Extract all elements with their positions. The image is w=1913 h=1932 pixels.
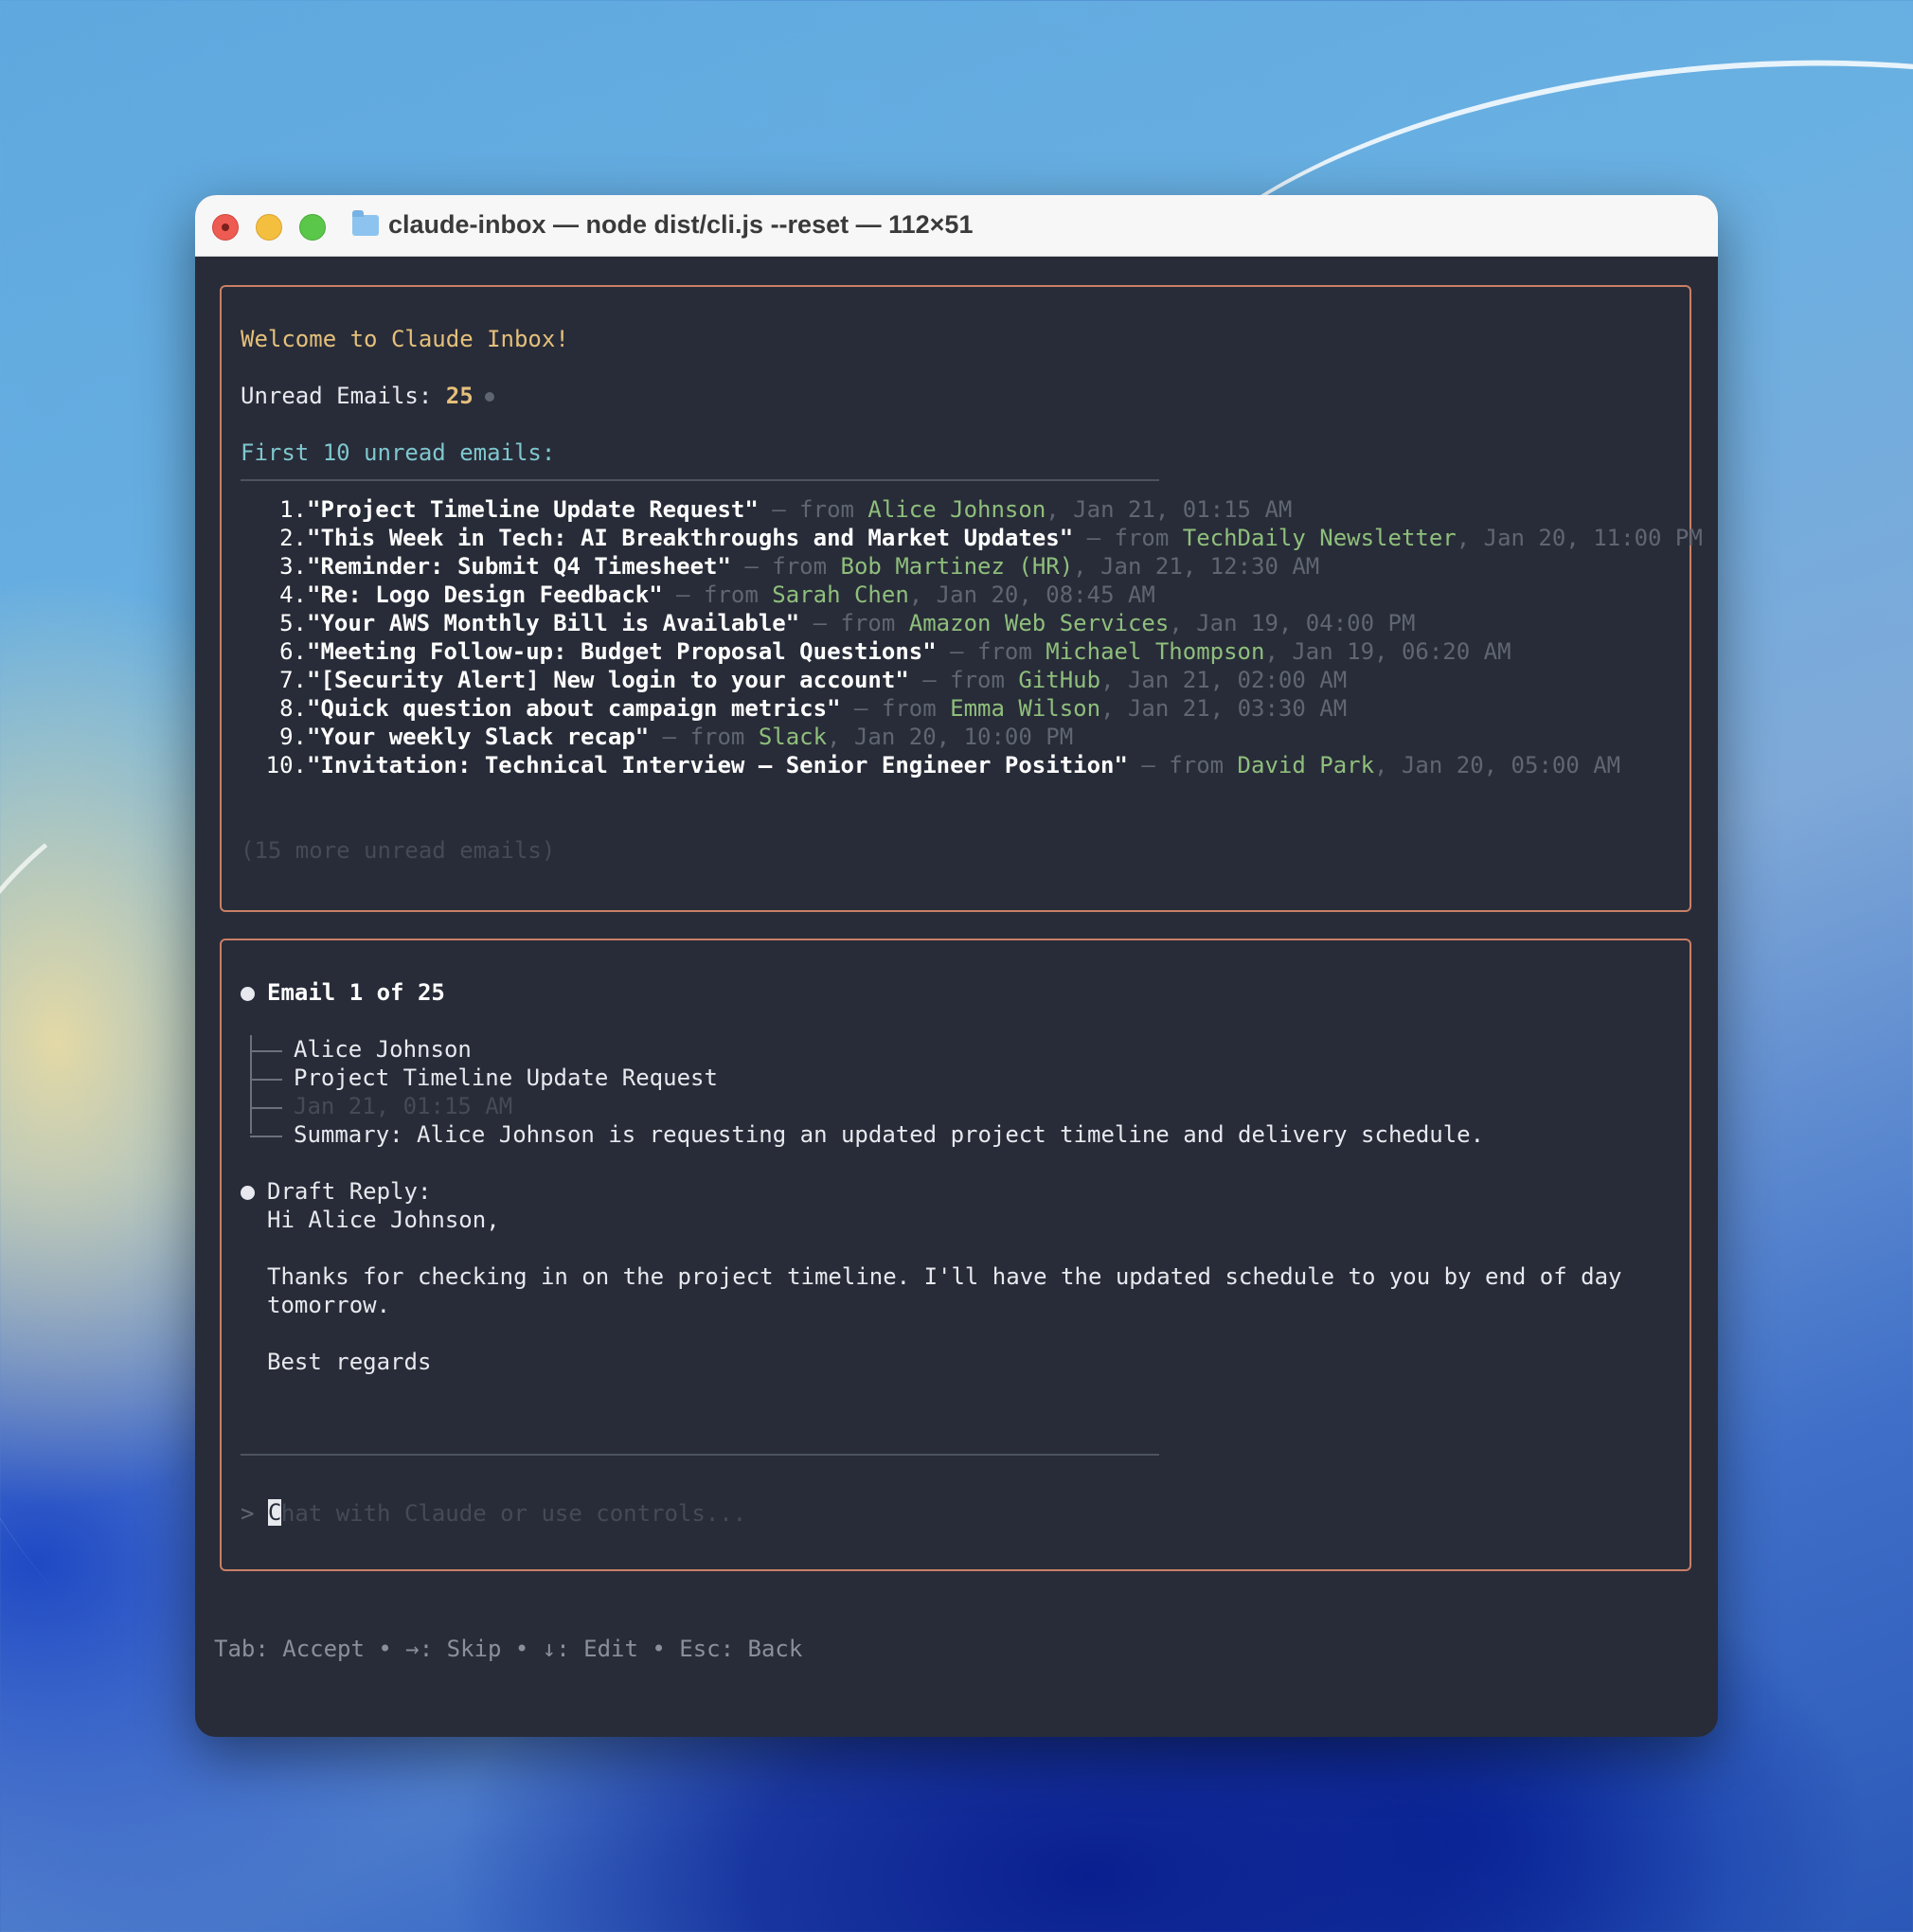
terminal-window: claude-inbox — node dist/cli.js --reset …	[195, 195, 1718, 1737]
bullet-icon	[241, 987, 255, 1001]
email-date: , Jan 21, 03:30 AM	[1100, 695, 1348, 722]
divider	[241, 1454, 1159, 1456]
email-sender: GitHub	[1018, 667, 1101, 693]
email-sender: Bob Martinez (HR)	[840, 553, 1074, 580]
email-sender: TechDaily Newsletter	[1182, 525, 1457, 551]
email-number: 8.	[279, 695, 307, 722]
tree-branch	[250, 1107, 282, 1109]
unread-count: 25	[445, 383, 474, 409]
email-sender: Michael Thompson	[1046, 638, 1265, 665]
email-sender: Amazon Web Services	[908, 610, 1170, 636]
email-sender: Emma Wilson	[950, 695, 1101, 722]
draft-line: Best regards	[267, 1349, 432, 1375]
keyboard-help: Tab: Accept • →: Skip • ↓: Edit • Esc: B…	[214, 1636, 803, 1662]
email-subject: "Re: Logo Design Feedback"	[307, 581, 663, 608]
email-number: 10.	[265, 752, 307, 778]
email-from-label: – from	[662, 581, 773, 608]
email-from-label: – from	[649, 724, 759, 750]
input-placeholder: hat with Claude or use controls...	[280, 1500, 747, 1527]
email-subject: "Reminder: Submit Q4 Timesheet"	[307, 553, 731, 580]
tree-branch	[250, 1079, 282, 1081]
chat-input[interactable]: > Chat with Claude or use controls...	[241, 1499, 746, 1528]
email-list-item[interactable]: 6."Meeting Follow-up: Budget Proposal Qu…	[241, 637, 1511, 666]
email-sender: Alice Johnson	[867, 496, 1046, 523]
email-sender: Slack	[758, 724, 828, 750]
email-number: 6.	[279, 638, 307, 665]
email-date: , Jan 19, 06:20 AM	[1264, 638, 1511, 665]
email-date: , Jan 19, 04:00 PM	[1169, 610, 1416, 636]
email-position-header: Email 1 of 25	[267, 979, 445, 1006]
email-date: , Jan 20, 08:45 AM	[908, 581, 1155, 608]
email-from-label: – from	[730, 553, 841, 580]
title-bar[interactable]: claude-inbox — node dist/cli.js --reset …	[195, 195, 1718, 257]
email-number: 3.	[279, 553, 307, 580]
draft-line: Thanks for checking in on the project ti…	[267, 1263, 1622, 1290]
email-from-label: – from	[799, 610, 909, 636]
email-from-label: – from	[936, 638, 1046, 665]
status-dot-icon	[484, 392, 494, 402]
inbox-overview-panel: Welcome to Claude Inbox! Unread Emails: …	[220, 285, 1703, 912]
email-number: 7.	[279, 667, 307, 693]
email-number: 9.	[279, 724, 307, 750]
email-subject: "Project Timeline Update Request"	[307, 496, 759, 523]
draft-label: Draft Reply:	[267, 1178, 432, 1205]
detail-subject: Project Timeline Update Request	[294, 1064, 718, 1091]
email-sender: Sarah Chen	[772, 581, 909, 608]
folder-icon	[352, 210, 379, 236]
email-date: , Jan 21, 12:30 AM	[1073, 553, 1320, 580]
email-date: , Jan 21, 02:00 AM	[1100, 667, 1348, 693]
email-number: 2.	[279, 525, 307, 551]
draft-line: tomorrow.	[267, 1292, 391, 1318]
unread-label: Unread Emails:	[241, 383, 446, 409]
email-list-item[interactable]: 10."Invitation: Technical Interview – Se…	[241, 751, 1621, 779]
welcome-greeting: Welcome to Claude Inbox!	[241, 326, 569, 352]
text-cursor: C	[267, 1499, 282, 1526]
email-subject: "Meeting Follow-up: Budget Proposal Ques…	[307, 638, 937, 665]
tree-branch	[250, 1050, 282, 1052]
email-subject: "Invitation: Technical Interview – Senio…	[307, 752, 1128, 778]
email-list-item[interactable]: 5."Your AWS Monthly Bill is Available" –…	[241, 609, 1415, 637]
email-sender: David Park	[1237, 752, 1375, 778]
email-from-label: – from	[1073, 525, 1183, 551]
email-from-label: – from	[758, 496, 868, 523]
email-date: , Jan 20, 11:00 PM	[1456, 525, 1703, 551]
email-list-item[interactable]: 9."Your weekly Slack recap" – from Slack…	[241, 723, 1073, 751]
email-subject: "Quick question about campaign metrics"	[307, 695, 841, 722]
email-list-item[interactable]: 7."[Security Alert] New login to your ac…	[241, 666, 1347, 694]
email-number: 4.	[279, 581, 307, 608]
email-subject: "This Week in Tech: AI Breakthroughs and…	[307, 525, 1074, 551]
email-from-label: – from	[840, 695, 951, 722]
email-from-label: – from	[908, 667, 1019, 693]
bullet-icon	[241, 1186, 255, 1200]
email-number: 5.	[279, 610, 307, 636]
input-prompt: >	[241, 1500, 268, 1527]
email-list-item[interactable]: 3."Reminder: Submit Q4 Timesheet" – from…	[241, 552, 1319, 581]
unread-count-line: Unread Emails: 25	[241, 382, 494, 410]
detail-summary: Summary: Alice Johnson is requesting an …	[294, 1121, 1485, 1148]
email-subject: "Your weekly Slack recap"	[307, 724, 650, 750]
divider	[241, 479, 1159, 481]
window-title: claude-inbox — node dist/cli.js --reset …	[388, 210, 974, 239]
minimize-button[interactable]	[256, 214, 282, 241]
email-number: 1.	[279, 496, 307, 523]
email-detail-panel: Email 1 of 25 Alice Johnson Project Time…	[220, 939, 1691, 1571]
email-date: , Jan 20, 05:00 AM	[1374, 752, 1621, 778]
email-date: , Jan 21, 01:15 AM	[1046, 496, 1293, 523]
draft-line: Hi Alice Johnson,	[267, 1207, 500, 1233]
close-button[interactable]	[212, 214, 239, 241]
email-list-item[interactable]: 2."This Week in Tech: AI Breakthroughs a…	[241, 524, 1703, 552]
list-heading: First 10 unread emails:	[241, 439, 556, 466]
email-list-item[interactable]: 1."Project Timeline Update Request" – fr…	[241, 495, 1292, 524]
email-list-item[interactable]: 4."Re: Logo Design Feedback" – from Sara…	[241, 581, 1155, 609]
zoom-button[interactable]	[299, 214, 326, 241]
email-subject: "[Security Alert] New login to your acco…	[307, 667, 909, 693]
email-list-item[interactable]: 8."Quick question about campaign metrics…	[241, 694, 1347, 723]
detail-date: Jan 21, 01:15 AM	[294, 1093, 513, 1119]
more-unread-text: (15 more unread emails)	[241, 837, 556, 864]
email-from-label: – from	[1127, 752, 1238, 778]
email-date: , Jan 20, 10:00 PM	[827, 724, 1074, 750]
tree-branch	[250, 1136, 282, 1137]
detail-sender: Alice Johnson	[294, 1036, 472, 1063]
email-subject: "Your AWS Monthly Bill is Available"	[307, 610, 800, 636]
